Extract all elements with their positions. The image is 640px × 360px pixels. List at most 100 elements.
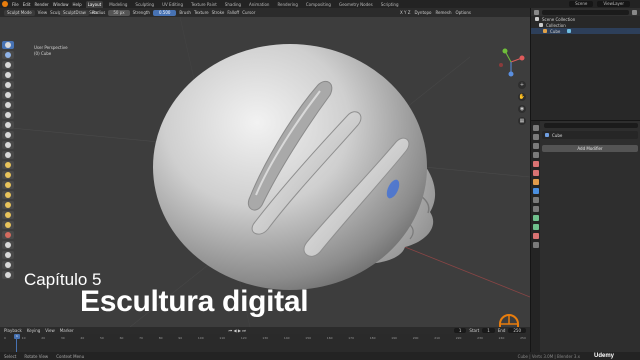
texture-tab-icon[interactable] [532,242,539,248]
scrape-brush-icon[interactable] [2,161,14,169]
pinch-brush-icon[interactable] [2,171,14,179]
options-menu[interactable]: Options [456,10,471,15]
output-tab-icon[interactable] [532,143,539,149]
falloff-menu[interactable]: Falloff [227,10,239,15]
particles-tab-icon[interactable] [532,197,539,203]
blob-brush-icon[interactable] [2,111,14,119]
clay-strips-brush-icon[interactable] [2,71,14,79]
stroke-menu[interactable]: Stroke [212,10,225,15]
crease-brush-icon[interactable] [2,121,14,129]
workspace-tab-sculpting[interactable]: Sculpting [133,1,156,8]
outliner-display-mode-icon[interactable] [534,9,539,15]
menu-keying[interactable]: Keying [27,328,40,333]
box-mask-icon[interactable] [2,251,14,259]
snake-hook-brush-icon[interactable] [2,191,14,199]
view-layer-selector[interactable]: ViewLayer [597,1,630,7]
timeline-tick: 220 [455,336,462,340]
radius-field[interactable]: 50 px [108,9,130,16]
texture-menu[interactable]: Texture [194,10,209,15]
menu-help[interactable]: Help [72,2,81,7]
perspective-grid-icon[interactable]: ▦ [518,117,526,125]
annotate-icon[interactable] [2,271,14,279]
workspace-tab-geometry-nodes[interactable]: Geometry Nodes [337,1,375,8]
workspace-tab-rendering[interactable]: Rendering [275,1,299,8]
draw-sharp-brush-icon[interactable] [2,51,14,59]
properties-header [542,121,638,129]
start-frame-field[interactable]: 1 [482,328,495,333]
current-frame-field[interactable]: 1 [453,328,467,333]
data-tab-icon[interactable] [532,224,539,230]
draw-brush-icon[interactable] [2,41,14,49]
modifier-tab-icon[interactable] [532,188,539,194]
menu-playback[interactable]: Playback [4,328,22,333]
outliner-cube[interactable]: Cube [531,28,640,34]
scene-tab-icon[interactable] [532,161,539,167]
timeline-tick: 140 [283,336,290,340]
workspace-tab-layout[interactable]: Layout [85,0,104,8]
view-layer-tab-icon[interactable] [532,152,539,158]
object-tab-icon[interactable] [532,179,539,185]
brush-menu[interactable]: Brush [179,10,191,15]
filter-icon[interactable] [632,9,637,15]
workspace-tab-scripting[interactable]: Scripting [379,1,401,8]
physics-tab-icon[interactable] [532,206,539,212]
smooth-brush-icon[interactable] [2,131,14,139]
cursor-menu[interactable]: Cursor [242,10,255,15]
menu-marker[interactable]: Marker [60,328,74,333]
outliner-search[interactable] [542,9,629,15]
brush-name-field[interactable]: SculptDraw [60,9,89,16]
timeline-tick: 80 [158,336,163,340]
menu-timeline-view[interactable]: View [45,328,55,333]
end-frame-field[interactable]: 250 [508,328,526,333]
inflate-brush-icon[interactable] [2,101,14,109]
timeline[interactable]: 0 10 20 30 40 50 60 70 80 90 100 110 120… [0,334,530,352]
layer-brush-icon[interactable] [2,91,14,99]
workspace-tab-shading[interactable]: Shading [223,1,243,8]
fill-brush-icon[interactable] [2,151,14,159]
menu-file[interactable]: File [12,2,19,7]
timeline-tick: 240 [498,336,505,340]
clay-brush-icon[interactable] [2,61,14,69]
grab-brush-icon[interactable] [2,181,14,189]
navigation-gizmo[interactable] [496,47,526,77]
strength-field[interactable]: 0.500 [152,9,177,16]
outliner-row-label: Collection [546,22,566,28]
material-tab-icon[interactable] [532,233,539,239]
mask-brush-icon[interactable] [2,241,14,249]
world-tab-icon[interactable] [532,170,539,176]
render-tab-icon[interactable] [532,134,539,140]
properties-search[interactable] [544,122,638,128]
workspace-tab-animation[interactable]: Animation [247,1,271,8]
symmetry-toggles[interactable]: X Y Z [400,10,410,15]
clay-thumb-brush-icon[interactable] [2,81,14,89]
course-title: Escultura digital [80,285,309,318]
mode-selector[interactable]: Sculpt Mode [4,9,35,16]
timeline-tick: 50 [99,336,104,340]
playback-controls[interactable]: ⏮ ◀ ▶ ⏭ [229,328,246,333]
pose-brush-icon[interactable] [2,211,14,219]
workspace-tab-modeling[interactable]: Modeling [107,1,129,8]
thumb-brush-icon[interactable] [2,201,14,209]
nudge-brush-icon[interactable] [2,221,14,229]
flatten-brush-icon[interactable] [2,141,14,149]
blender-logo-icon[interactable] [2,1,8,7]
transform-move-icon[interactable] [2,261,14,269]
dyntopo-menu[interactable]: Dyntopo [414,10,431,15]
menu-render[interactable]: Render [34,2,48,7]
menu-view[interactable]: View [38,10,48,15]
zoom-icon[interactable]: + [518,81,526,89]
add-modifier-button[interactable]: Add Modifier [542,145,638,152]
menu-edit[interactable]: Edit [23,2,31,7]
menu-window[interactable]: Window [53,2,69,7]
tool-tab-icon[interactable] [532,125,539,131]
workspace-tab-uv-editing[interactable]: UV Editing [160,1,185,8]
workspace-tab-compositing[interactable]: Compositing [304,1,333,8]
remesh-menu[interactable]: Remesh [435,10,451,15]
playhead[interactable]: 1 [14,334,20,339]
rotate-brush-icon[interactable] [2,231,14,239]
workspace-tab-texture-paint[interactable]: Texture Paint [189,1,219,8]
constraints-tab-icon[interactable] [532,215,539,221]
pan-hand-icon[interactable]: ✋ [518,93,526,101]
camera-icon[interactable]: ◉ [518,105,526,113]
scene-selector[interactable]: Scene [569,1,594,7]
